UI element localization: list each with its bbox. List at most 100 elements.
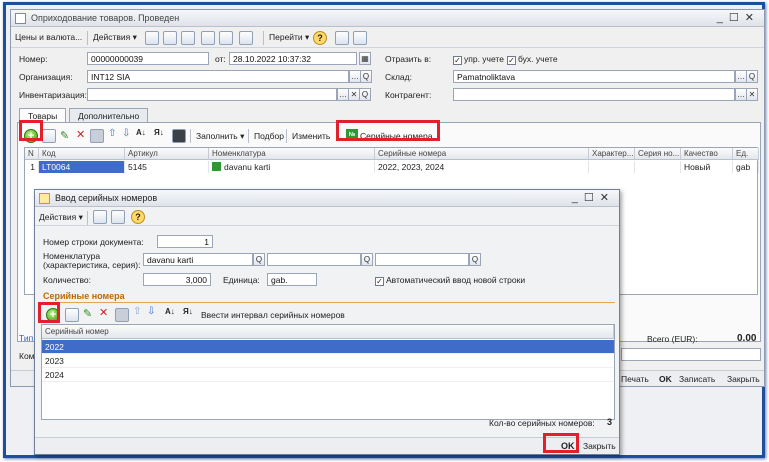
- tab-additional[interactable]: Дополнительно: [69, 108, 149, 122]
- warehouse-field[interactable]: Pamatnoliktava: [453, 70, 735, 83]
- column-header-article[interactable]: Артикул: [125, 148, 209, 160]
- cell-nomenclature[interactable]: davanu karti: [209, 161, 375, 173]
- move-down-icon[interactable]: ⇩: [147, 306, 155, 317]
- organization-field[interactable]: INT12 SIA: [87, 70, 349, 83]
- search-icon[interactable]: Q: [360, 70, 372, 83]
- characteristic-field[interactable]: [267, 253, 361, 266]
- structure-icon[interactable]: [219, 31, 233, 45]
- barcode-icon[interactable]: [172, 129, 186, 143]
- table-row[interactable]: 2024: [42, 368, 614, 382]
- reflect-mgmt-checkbox[interactable]: ✓ упр. учете: [453, 54, 504, 65]
- search-icon[interactable]: Q: [361, 253, 373, 266]
- column-header-serial[interactable]: Серийный номер: [42, 325, 614, 339]
- search-icon[interactable]: Q: [253, 253, 265, 266]
- reflect-acc-checkbox[interactable]: ✓ бух. учете: [507, 54, 558, 65]
- copy-row-icon[interactable]: [42, 129, 56, 143]
- cell-unit[interactable]: gab: [733, 161, 759, 173]
- column-header-serials[interactable]: Серийные номера: [375, 148, 589, 160]
- save-button[interactable]: Записать: [679, 374, 715, 384]
- edit-pencil-icon[interactable]: ✎: [83, 307, 92, 320]
- cell-series[interactable]: [635, 161, 681, 173]
- print-menu-icon[interactable]: [239, 31, 253, 45]
- nomenclature-field[interactable]: davanu karti: [143, 253, 253, 266]
- table-row[interactable]: 2022: [42, 340, 614, 354]
- close-button[interactable]: Закрыть: [727, 374, 760, 384]
- calendar-icon[interactable]: ▦: [359, 52, 371, 65]
- cell-characteristic[interactable]: [589, 161, 635, 173]
- column-header-quality[interactable]: Качество: [681, 148, 733, 160]
- list-icon[interactable]: [335, 31, 349, 45]
- sort-asc-icon[interactable]: A↓: [136, 128, 146, 137]
- sort-asc-icon[interactable]: A↓: [165, 307, 175, 316]
- date-field[interactable]: 28.10.2022 10:37:32: [229, 52, 357, 65]
- settings-icon[interactable]: [353, 31, 367, 45]
- dialog-close-button[interactable]: Закрыть: [583, 441, 616, 451]
- cell-quality[interactable]: Новый: [681, 161, 733, 173]
- window-controls[interactable]: _☐✕: [717, 11, 760, 24]
- cell-n[interactable]: 1: [25, 161, 39, 173]
- unit-label: Единица:: [223, 275, 260, 285]
- column-header-unit[interactable]: Ед.: [733, 148, 759, 160]
- type-link[interactable]: Тип: [19, 333, 33, 343]
- move-up-icon[interactable]: ⇧: [133, 306, 141, 317]
- move-down-icon[interactable]: ⇩: [122, 128, 130, 139]
- serials-table[interactable]: Серийный номер 2022 2023 2024: [41, 324, 615, 420]
- unit-field[interactable]: gab.: [267, 273, 317, 286]
- search-icon[interactable]: Q: [469, 253, 481, 266]
- ok-button[interactable]: OK: [659, 374, 672, 384]
- checkbox-checked-icon[interactable]: ✓: [453, 56, 462, 65]
- actions-menu[interactable]: Действия ▾: [93, 32, 137, 43]
- search-icon[interactable]: Q: [359, 88, 371, 101]
- table-row[interactable]: 2023: [42, 354, 614, 368]
- column-header-characteristic[interactable]: Характер...: [589, 148, 635, 160]
- column-header-series[interactable]: Серия но...: [635, 148, 681, 160]
- inventory-field[interactable]: [87, 88, 337, 101]
- print-button[interactable]: Печать: [621, 374, 649, 384]
- help-icon[interactable]: ?: [313, 31, 327, 45]
- dialog-actions-menu[interactable]: Действия ▾: [39, 212, 83, 223]
- cell-serials[interactable]: 2022, 2023, 2024: [375, 161, 589, 173]
- window-controls[interactable]: _☐✕: [572, 191, 615, 204]
- prices-button[interactable]: Цены и валюта...: [15, 32, 82, 42]
- copy-row-icon[interactable]: [65, 308, 79, 322]
- sort-desc-icon[interactable]: Я↓: [183, 307, 193, 316]
- checkbox-checked-icon[interactable]: ✓: [507, 56, 516, 65]
- enter-interval-button[interactable]: Ввести интервал серийных номеров: [201, 310, 345, 320]
- cell-code[interactable]: LT0064: [39, 161, 125, 173]
- column-header-nomenclature[interactable]: Номенклатура: [209, 148, 375, 160]
- search-icon[interactable]: Q: [746, 70, 758, 83]
- import-icon[interactable]: [111, 210, 125, 224]
- contractor-field[interactable]: [453, 88, 735, 101]
- quantity-field[interactable]: 3,000: [143, 273, 211, 286]
- select-button[interactable]: Подбор: [254, 131, 284, 141]
- refresh-icon[interactable]: [181, 31, 195, 45]
- column-header-n[interactable]: N: [25, 148, 39, 160]
- goto-menu[interactable]: Перейти ▾: [269, 32, 309, 43]
- copy-icon[interactable]: [201, 31, 215, 45]
- number-field[interactable]: 00000000039: [87, 52, 209, 65]
- post-icon[interactable]: [163, 31, 177, 45]
- change-button[interactable]: Изменить: [292, 131, 330, 141]
- edit-pencil-icon[interactable]: ✎: [60, 129, 69, 142]
- clear-icon[interactable]: ✕: [746, 88, 758, 101]
- fill-menu[interactable]: Заполнить ▾: [196, 131, 244, 142]
- row-number-field[interactable]: 1: [157, 235, 213, 248]
- help-icon[interactable]: ?: [131, 210, 145, 224]
- move-up-icon[interactable]: ⇧: [108, 128, 116, 139]
- dialog-icon: [39, 193, 50, 204]
- end-edit-icon[interactable]: [115, 308, 129, 322]
- refresh-icon[interactable]: [93, 210, 107, 224]
- series-field[interactable]: [375, 253, 469, 266]
- column-header-code[interactable]: Код: [39, 148, 125, 160]
- checkbox-checked-icon[interactable]: ✓: [375, 277, 384, 286]
- auto-new-row-checkbox[interactable]: ✓ Автоматический ввод новой строки: [375, 275, 525, 286]
- auto-new-row-label: Автоматический ввод новой строки: [386, 275, 526, 285]
- sort-desc-icon[interactable]: Я↓: [154, 128, 164, 137]
- cell-article[interactable]: 5145: [125, 161, 209, 173]
- total-label: Всего (EUR):: [647, 334, 698, 344]
- end-edit-icon[interactable]: [90, 129, 104, 143]
- delete-icon[interactable]: ✕: [76, 128, 85, 141]
- delete-icon[interactable]: ✕: [99, 306, 108, 319]
- comment-field[interactable]: [621, 348, 761, 361]
- save-icon[interactable]: [145, 31, 159, 45]
